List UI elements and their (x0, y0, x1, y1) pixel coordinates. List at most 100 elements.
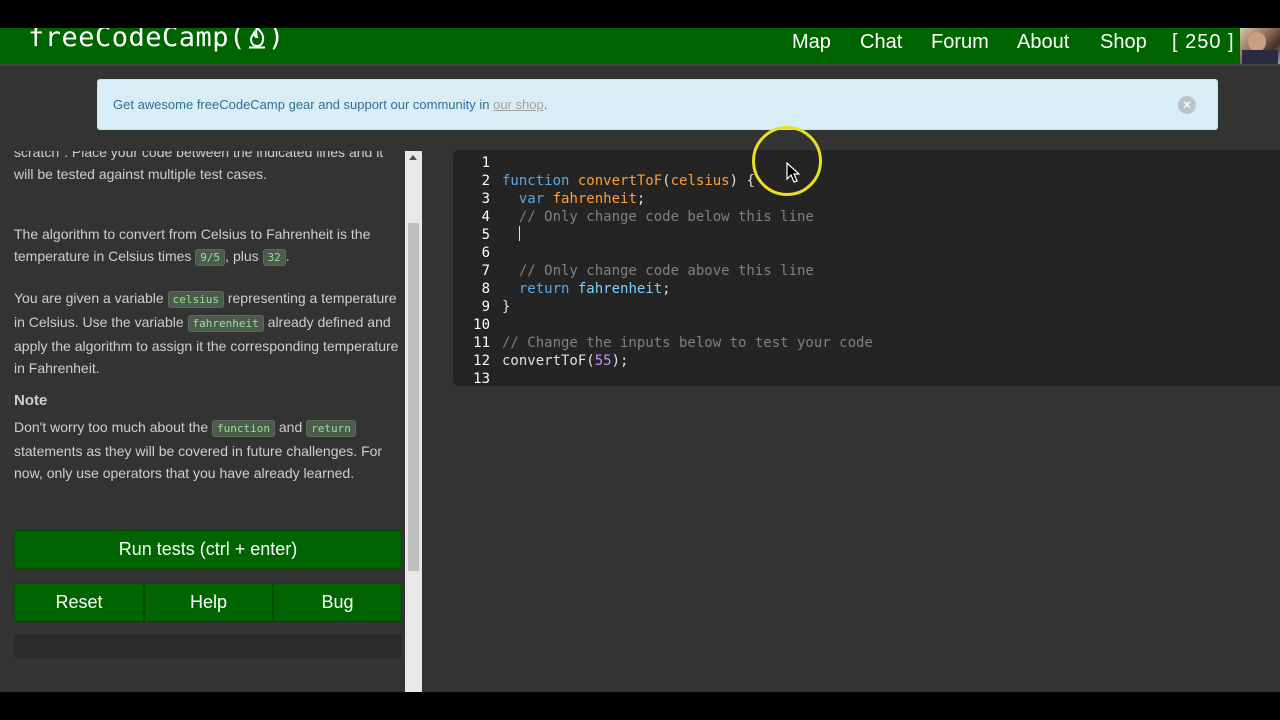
app-window: freeCodeCamp() Map Chat Forum About Shop… (0, 28, 1280, 692)
variable-fahrenheit: fahrenheit (552, 191, 637, 207)
code-9-5: 9/5 (195, 249, 226, 266)
banner-period: . (543, 97, 548, 112)
keyword-var: var (518, 191, 545, 207)
code-line-8[interactable]: 8 return fahrenheit; (453, 280, 1280, 298)
code-line-1[interactable]: 1 (453, 154, 1280, 172)
function-name: convertToF (577, 173, 663, 189)
paren-open: ( (662, 173, 671, 189)
code-line-9[interactable]: 9} (453, 298, 1280, 316)
instruction-paragraph-3: You are given a variable celsius represe… (14, 287, 405, 379)
line-number: 1 (481, 155, 490, 171)
function-call: convertToF (502, 353, 587, 369)
p2-text-a: The algorithm to convert from Celsius to… (14, 226, 371, 264)
keyword-function: function (502, 173, 570, 189)
line-number: 4 (481, 209, 490, 225)
reset-button[interactable]: Reset (14, 583, 144, 622)
line-number: 2 (481, 173, 490, 189)
paren-open: ( (586, 353, 595, 369)
paren-close: ); (611, 353, 629, 369)
shop-banner: Get awesome freeCodeCamp gear and suppor… (97, 79, 1218, 130)
line-number: 12 (473, 353, 490, 369)
semicolon: ; (636, 191, 646, 207)
instruction-paragraph-1: scratch". Place your code between the in… (14, 151, 384, 182)
code-line-2[interactable]: 2 function convertToF(celsius) { (453, 172, 1280, 190)
nav-link-forum[interactable]: Forum (931, 30, 989, 54)
code-line-5[interactable]: 5 (453, 226, 1280, 244)
code-text (502, 226, 520, 244)
code-line-10[interactable]: 10 (453, 316, 1280, 334)
run-tests-button[interactable]: Run tests (ctrl + enter) (14, 530, 402, 569)
line-number: 6 (481, 245, 490, 261)
scroll-up-arrow-icon[interactable] (409, 155, 417, 160)
logo-text-end: ) (267, 28, 285, 53)
instructions-scrollbar[interactable] (405, 151, 422, 692)
line-number: 11 (473, 335, 490, 351)
line-number: 10 (473, 317, 490, 333)
code-text: // Change the inputs below to test your … (502, 335, 873, 351)
close-icon[interactable]: × (1178, 96, 1196, 114)
logo[interactable]: freeCodeCamp() (28, 28, 285, 53)
comment: // Only change code below this line (518, 209, 814, 225)
banner-message: Get awesome freeCodeCamp gear and suppor… (113, 97, 494, 112)
p2-text-c: . (285, 248, 290, 264)
instruction-paragraph-2: The algorithm to convert from Celsius to… (14, 223, 405, 269)
code-text: var fahrenheit; (502, 190, 645, 208)
nav-link-about[interactable]: About (1017, 30, 1069, 54)
code-line-6[interactable]: 6 (453, 244, 1280, 262)
bug-button[interactable]: Bug (273, 583, 402, 622)
scrollbar-thumb[interactable] (408, 223, 419, 571)
nav-link-chat[interactable]: Chat (860, 30, 902, 54)
code-text: return fahrenheit; (502, 280, 671, 298)
line-number: 3 (481, 191, 490, 207)
code-line-3[interactable]: 3 var fahrenheit; (453, 190, 1280, 208)
code-text: } (502, 299, 511, 315)
code-text: function convertToF(celsius) { (502, 172, 755, 190)
code-line-4[interactable]: 4 // Only change code below this line (453, 208, 1280, 226)
instructions-panel: scratch". Place your code between the in… (0, 151, 405, 692)
code-32: 32 (262, 249, 286, 266)
output-box (14, 634, 402, 658)
code-text: convertToF(55); (502, 352, 628, 370)
number-literal: 55 (594, 353, 612, 369)
code-line-12[interactable]: 12 convertToF(55); (453, 352, 1280, 370)
code-line-13[interactable]: 13 (453, 370, 1280, 388)
note-title: Note (14, 392, 48, 409)
semicolon: ; (662, 281, 671, 297)
code-text: // Only change code above this line (502, 262, 814, 280)
line-number: 13 (473, 371, 490, 387)
line-number: 8 (481, 281, 490, 297)
flame-icon (248, 28, 265, 49)
code-line-11[interactable]: 11 // Change the inputs below to test you… (453, 334, 1280, 352)
code-editor[interactable]: 1 2 function convertToF(celsius) { 3 var … (453, 150, 1280, 388)
variable-fahrenheit: fahrenheit (577, 281, 663, 297)
paren-close: ) { (729, 173, 755, 189)
nav-link-map[interactable]: Map (792, 30, 831, 54)
nav-link-shop[interactable]: Shop (1100, 30, 1147, 54)
line-number: 7 (481, 263, 490, 279)
mouse-highlight-ring (752, 126, 822, 196)
line-number: 5 (481, 227, 490, 243)
p2-text-b: , plus (225, 248, 263, 264)
code-text: // Only change code below this line (502, 208, 814, 226)
code-celsius: celsius (167, 291, 224, 308)
code-function: function (212, 420, 275, 437)
code-fahrenheit: fahrenheit (187, 315, 264, 332)
note-text-c: statements as they will be covered in fu… (14, 443, 383, 481)
param-celsius: celsius (670, 173, 730, 189)
keyword-return: return (518, 281, 570, 297)
points-counter[interactable]: [ 250 ] (1172, 30, 1235, 54)
text-cursor (518, 226, 520, 241)
code-return: return (306, 420, 356, 437)
code-line-7[interactable]: 7 // Only change code above this line (453, 262, 1280, 280)
avatar[interactable] (1240, 28, 1280, 64)
mouse-pointer-icon (786, 162, 801, 183)
banner-text: Get awesome freeCodeCamp gear and suppor… (113, 97, 547, 112)
note-text-a: Don't worry too much about the (14, 419, 212, 435)
banner-shop-link[interactable]: our shop (493, 97, 544, 112)
line-number: 9 (481, 299, 490, 315)
help-button[interactable]: Help (144, 583, 273, 622)
logo-text: freeCodeCamp( (28, 28, 246, 53)
note-text-b: and (274, 419, 307, 435)
p3-text-a: You are given a variable (14, 290, 168, 306)
comment: // Only change code above this line (518, 263, 814, 279)
